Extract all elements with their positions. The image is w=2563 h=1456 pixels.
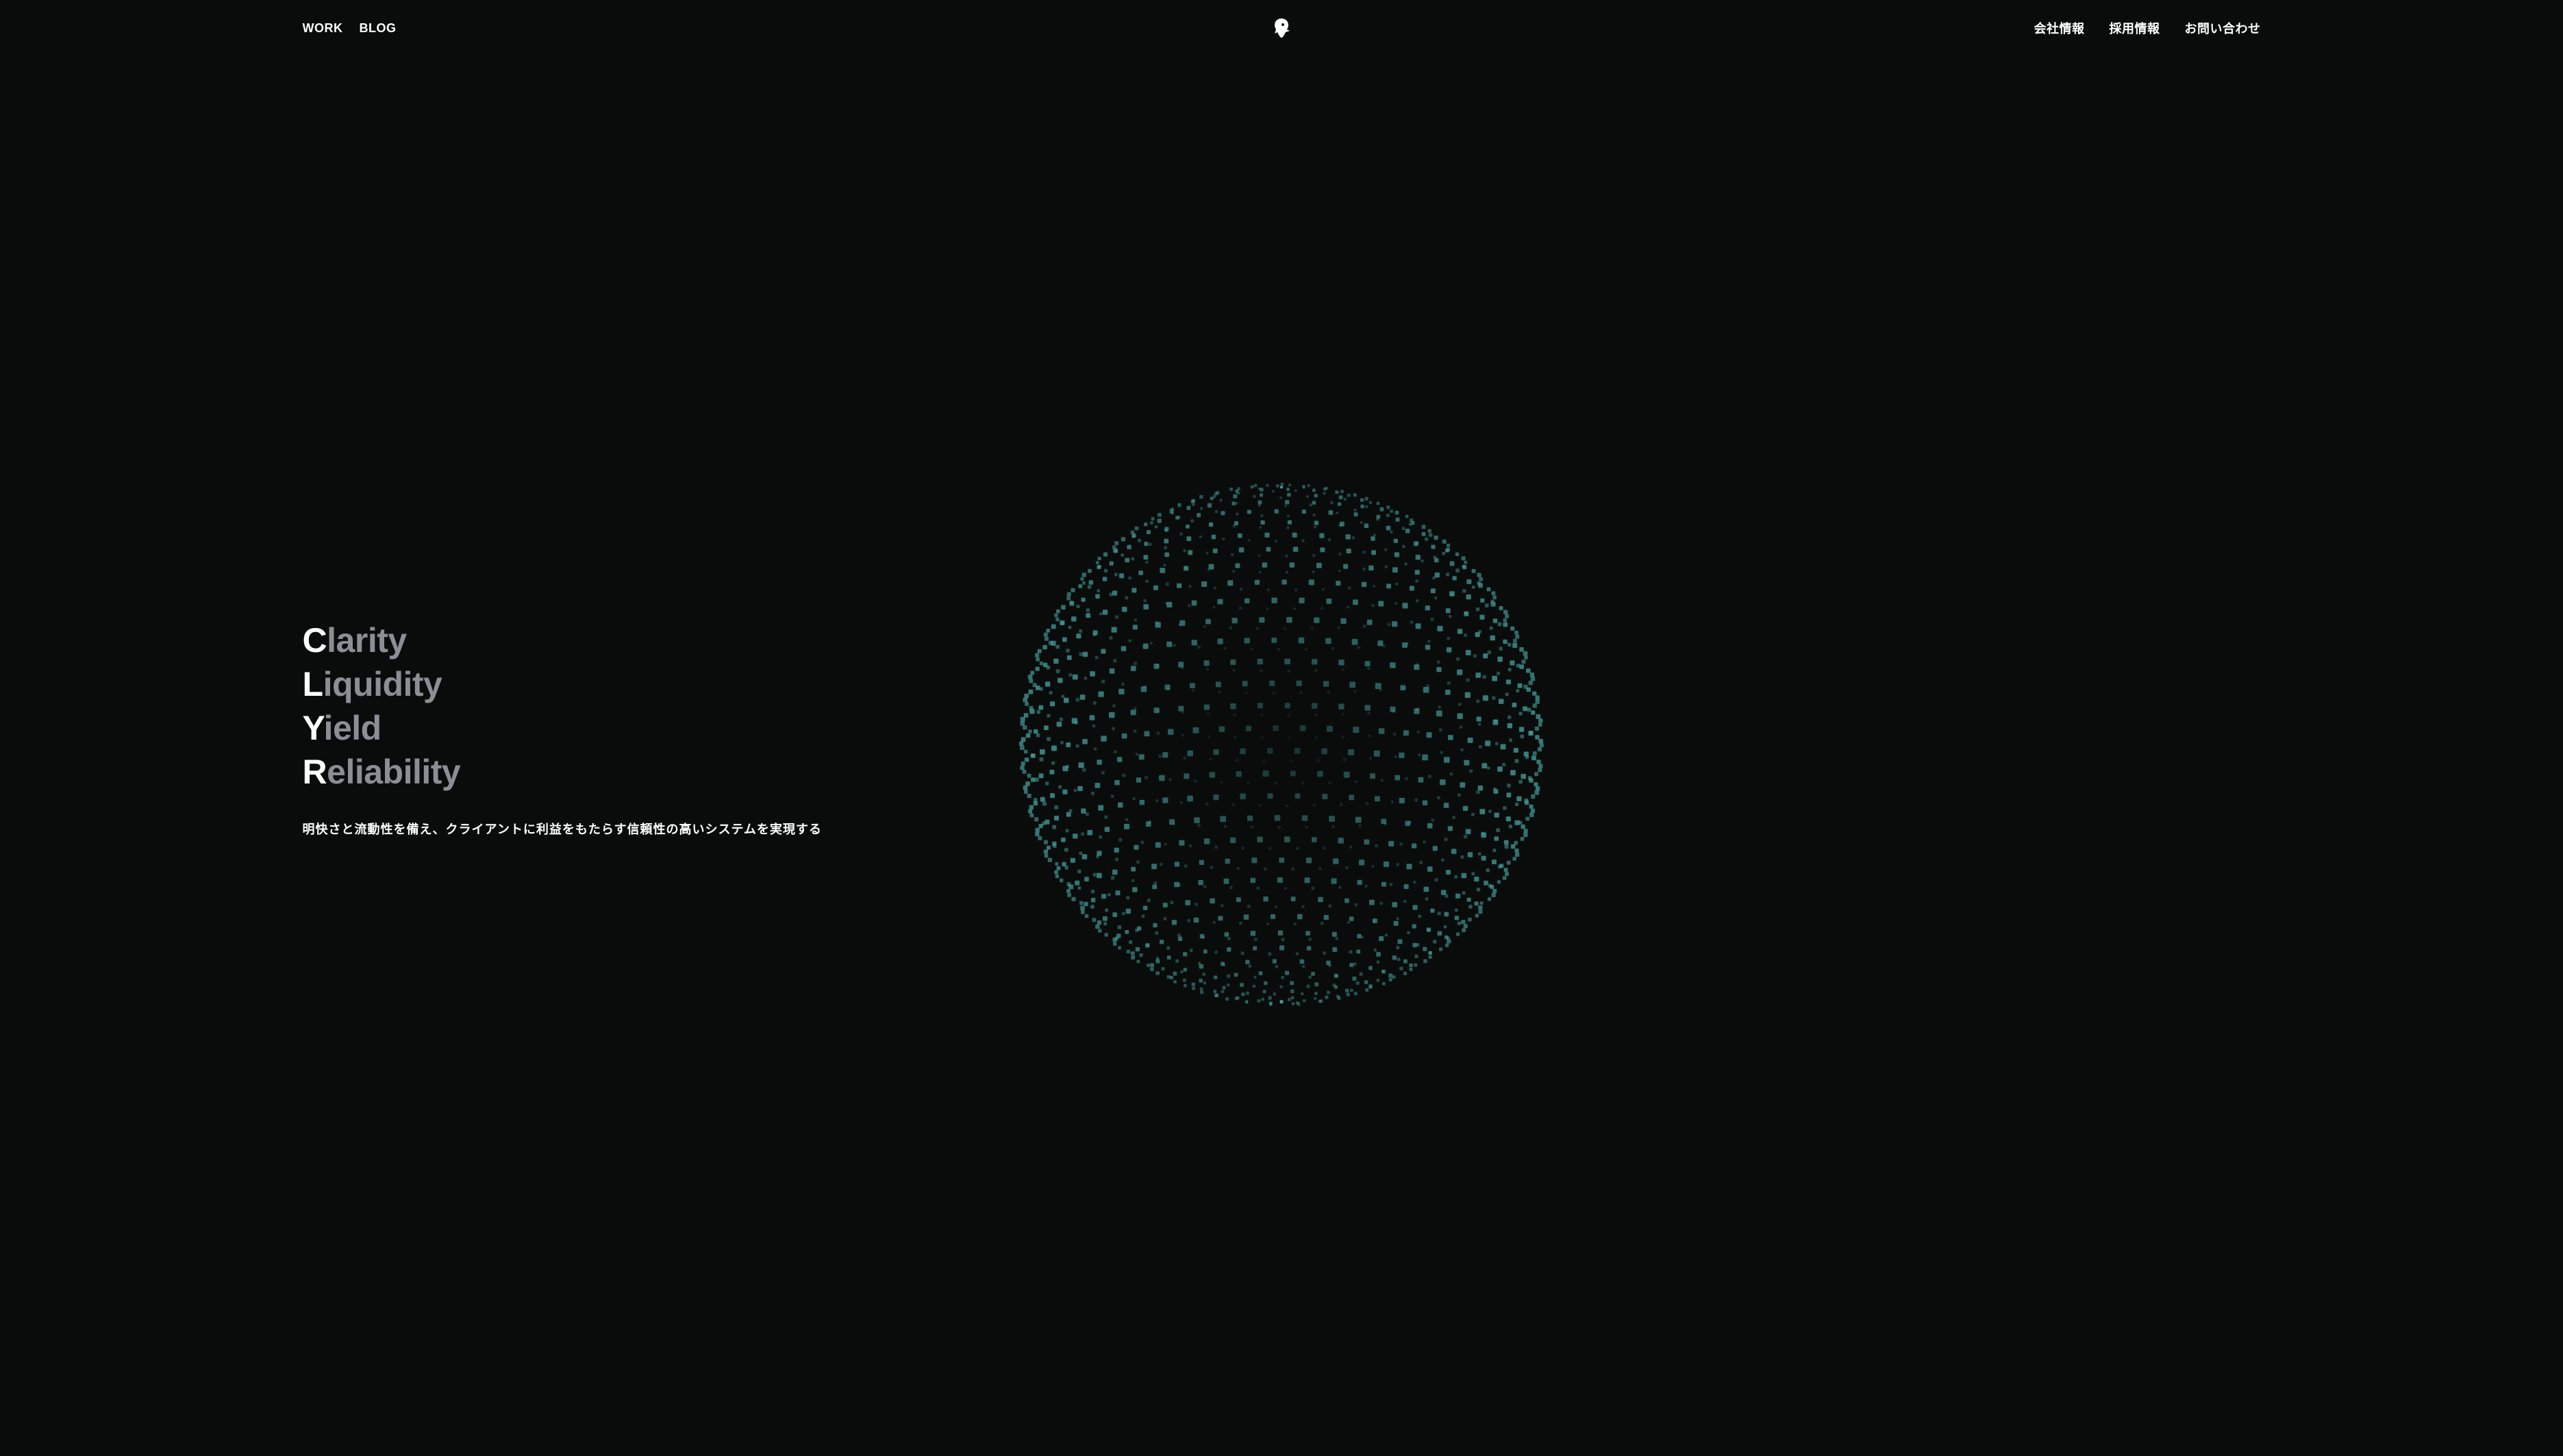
acrostic-initial: R [303,753,327,791]
nav-right: 会社情報 採用情報 お問い合わせ [2034,19,2563,37]
acrostic-rest: iquidity [323,665,442,703]
hero-section: Clarity Liquidity Yield Reliability 明快さと… [0,0,2563,1456]
acrostic-rest: eliability [327,753,460,791]
acrostic-initial: L [303,665,323,703]
acrostic-line-yield: Yield [303,706,822,750]
acrostic-rest: larity [327,621,407,660]
nav-link-contact[interactable]: お問い合わせ [2184,19,2260,37]
hero-content: Clarity Liquidity Yield Reliability 明快さと… [0,618,822,838]
nav-left: WORK BLOG [0,21,397,36]
acrostic-rest: ield [324,709,382,747]
acrostic-initial: C [303,621,327,660]
nav-link-blog[interactable]: BLOG [360,21,397,36]
acrostic-line-reliability: Reliability [303,750,822,794]
nav-link-careers[interactable]: 採用情報 [2109,19,2160,37]
acrostic-initial: Y [303,709,324,747]
hero-tagline: 明快さと流動性を備え、クライアントに利益をもたらす信頼性の高いシステムを実現する [303,820,822,838]
hero-acrostic: Clarity Liquidity Yield Reliability [303,618,822,794]
site-header: WORK BLOG 会社情報 採用情報 お問い合わせ [0,0,2563,56]
acrostic-line-clarity: Clarity [303,618,822,662]
particle-sphere [1008,470,1555,1018]
nav-link-company[interactable]: 会社情報 [2034,19,2084,37]
site-logo[interactable] [1272,17,1291,39]
nav-link-work[interactable]: WORK [303,21,343,36]
logo-icon [1272,17,1291,39]
acrostic-line-liquidity: Liquidity [303,662,822,706]
